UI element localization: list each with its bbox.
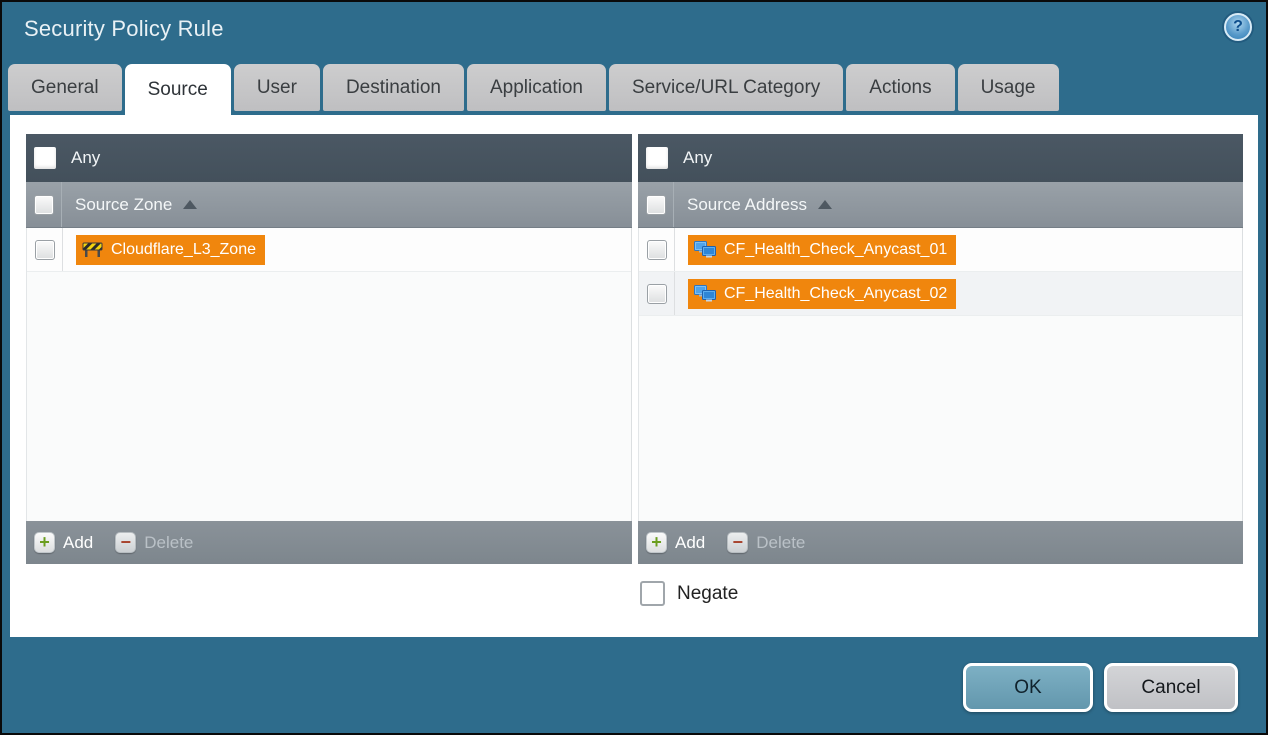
table-row[interactable]: CF_Health_Check_Anycast_01 xyxy=(639,228,1242,272)
column-header-label: Source Address xyxy=(687,195,807,215)
address-icon xyxy=(694,285,716,302)
dialog-header: Security Policy Rule ? General Source Us… xyxy=(2,2,1266,115)
tab-application[interactable]: Application xyxy=(467,64,606,111)
source-address-list: CF_Health_Check_Anycast_01 xyxy=(638,228,1243,521)
address-name: CF_Health_Check_Anycast_02 xyxy=(724,285,947,303)
sort-asc-icon xyxy=(818,200,832,209)
address-tag[interactable]: CF_Health_Check_Anycast_01 xyxy=(688,235,956,265)
sort-asc-icon xyxy=(183,200,197,209)
tab-actions[interactable]: Actions xyxy=(846,64,954,111)
negate-checkbox[interactable] xyxy=(640,581,665,606)
source-address-toolbar: + Add − Delete xyxy=(638,521,1243,564)
source-zone-panel: Any Source Zone xyxy=(26,134,632,564)
table-row[interactable]: Cloudflare_L3_Zone xyxy=(27,228,631,272)
source-address-select-all-checkbox[interactable] xyxy=(646,195,666,215)
table-row[interactable]: CF_Health_Check_Anycast_02 xyxy=(639,272,1242,316)
tab-usage[interactable]: Usage xyxy=(958,64,1059,111)
cancel-button[interactable]: Cancel xyxy=(1104,663,1238,712)
plus-icon: + xyxy=(34,532,55,553)
tab-general[interactable]: General xyxy=(8,64,122,111)
source-zone-column-header[interactable]: Source Zone xyxy=(26,182,632,228)
row-checkbox[interactable] xyxy=(35,240,55,260)
source-zone-toolbar: + Add − Delete xyxy=(26,521,632,564)
source-zone-select-all-checkbox[interactable] xyxy=(34,195,54,215)
source-zone-any-checkbox[interactable] xyxy=(34,147,56,169)
security-policy-rule-dialog: Security Policy Rule ? General Source Us… xyxy=(0,0,1268,735)
tab-source[interactable]: Source xyxy=(125,64,231,115)
source-address-panel: Any Source Address xyxy=(638,134,1243,564)
tab-bar: General Source User Destination Applicat… xyxy=(8,64,1062,115)
source-address-any-checkbox[interactable] xyxy=(646,147,668,169)
source-zone-list: Cloudflare_L3_Zone xyxy=(26,228,632,521)
source-zone-any-bar: Any xyxy=(26,134,632,182)
any-label: Any xyxy=(683,148,712,168)
tab-service-url-category[interactable]: Service/URL Category xyxy=(609,64,843,111)
delete-button[interactable]: − Delete xyxy=(727,532,805,553)
add-button[interactable]: + Add xyxy=(34,532,93,553)
row-checkbox[interactable] xyxy=(647,240,667,260)
source-tab-content: Any Source Zone xyxy=(10,115,1258,637)
source-address-any-bar: Any xyxy=(638,134,1243,182)
tab-destination[interactable]: Destination xyxy=(323,64,464,111)
delete-button[interactable]: − Delete xyxy=(115,532,193,553)
page-title: Security Policy Rule xyxy=(24,16,224,42)
zone-name: Cloudflare_L3_Zone xyxy=(111,241,256,259)
address-name: CF_Health_Check_Anycast_01 xyxy=(724,241,947,259)
negate-label: Negate xyxy=(677,583,738,605)
dialog-frame: Security Policy Rule ? General Source Us… xyxy=(2,2,1266,733)
minus-icon: − xyxy=(115,532,136,553)
zone-tag[interactable]: Cloudflare_L3_Zone xyxy=(76,235,265,265)
address-icon xyxy=(694,241,716,258)
minus-icon: − xyxy=(727,532,748,553)
address-tag[interactable]: CF_Health_Check_Anycast_02 xyxy=(688,279,956,309)
ok-button[interactable]: OK xyxy=(963,663,1093,712)
source-address-column-header[interactable]: Source Address xyxy=(638,182,1243,228)
column-header-label: Source Zone xyxy=(75,195,172,215)
dialog-footer: OK Cancel xyxy=(2,637,1266,733)
zone-icon xyxy=(82,241,103,258)
negate-option: Negate xyxy=(640,581,738,606)
row-checkbox[interactable] xyxy=(647,284,667,304)
add-button[interactable]: + Add xyxy=(646,532,705,553)
plus-icon: + xyxy=(646,532,667,553)
any-label: Any xyxy=(71,148,100,168)
help-icon[interactable]: ? xyxy=(1224,13,1252,41)
tab-user[interactable]: User xyxy=(234,64,320,111)
